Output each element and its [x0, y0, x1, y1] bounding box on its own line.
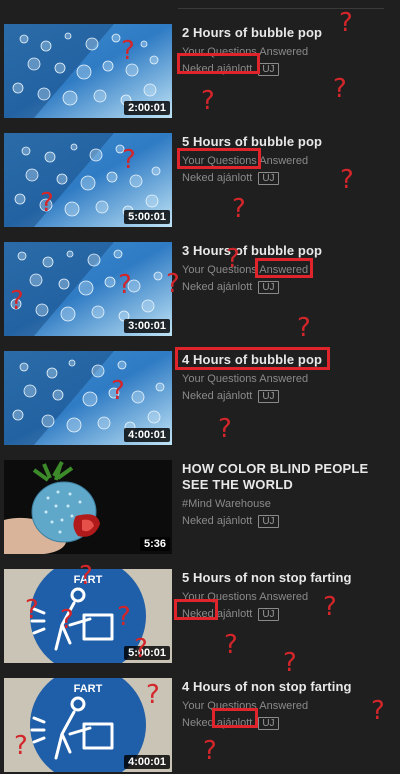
new-badge: ÚJ [258, 607, 279, 621]
channel-name[interactable]: #Mind Warehouse [182, 497, 394, 511]
new-badge: ÚJ [258, 716, 279, 730]
recommended-label: Neked ajánlott [182, 172, 253, 184]
fart-sign-text: FART [74, 574, 103, 586]
video-thumbnail-1[interactable]: 2:00:01 [4, 24, 172, 118]
channel-name[interactable]: Your Questions Answered [182, 45, 394, 59]
top-divider [178, 8, 384, 9]
video-duration: 4:00:01 [124, 428, 170, 442]
new-badge: ÚJ [258, 62, 279, 76]
channel-name[interactable]: Your Questions Answered [182, 263, 394, 277]
video-duration: 5:36 [139, 537, 170, 551]
video-item-4[interactable]: 4:00:01 4 Hours of bubble pop Your Quest… [4, 351, 400, 447]
fart-sign-text: FART [74, 683, 103, 695]
video-thumbnail-5[interactable]: 5:36 [4, 460, 172, 554]
video-title[interactable]: 3 Hours of bubble pop [182, 243, 394, 259]
recommended-label: Neked ajánlott [182, 515, 253, 527]
video-title[interactable]: 5 Hours of non stop farting [182, 570, 394, 586]
video-item-5[interactable]: 5:36 HOW COLOR BLIND PEOPLE SEE THE WORL… [4, 460, 400, 556]
video-thumbnail-6[interactable]: FART 5:00:01 [4, 569, 172, 663]
recommended-label: Neked ajánlott [182, 390, 253, 402]
video-duration: 5:00:01 [124, 210, 170, 224]
recommended-label: Neked ajánlott [182, 281, 253, 293]
channel-name[interactable]: Your Questions Answered [182, 590, 394, 604]
video-item-2[interactable]: 5:00:01 5 Hours of bubble pop Your Quest… [4, 133, 400, 229]
video-item-7[interactable]: FART 4:00:01 4 Hours of non stop farting… [4, 678, 400, 774]
video-title[interactable]: 4 Hours of non stop farting [182, 679, 394, 695]
video-thumbnail-3[interactable]: 3:00:01 [4, 242, 172, 336]
recommended-label: Neked ajánlott [182, 717, 253, 729]
new-badge: ÚJ [258, 389, 279, 403]
recommended-label: Neked ajánlott [182, 608, 253, 620]
video-duration: 5:00:01 [124, 646, 170, 660]
video-duration: 3:00:01 [124, 319, 170, 333]
channel-name[interactable]: Your Questions Answered [182, 699, 394, 713]
video-thumbnail-4[interactable]: 4:00:01 [4, 351, 172, 445]
video-thumbnail-7[interactable]: FART 4:00:01 [4, 678, 172, 772]
video-duration: 2:00:01 [124, 101, 170, 115]
video-title[interactable]: 4 Hours of bubble pop [182, 352, 394, 368]
video-title[interactable]: 2 Hours of bubble pop [182, 25, 394, 41]
recommended-label: Neked ajánlott [182, 63, 253, 75]
video-thumbnail-2[interactable]: 5:00:01 [4, 133, 172, 227]
video-item-3[interactable]: 3:00:01 3 Hours of bubble pop Your Quest… [4, 242, 400, 338]
channel-name[interactable]: Your Questions Answered [182, 154, 394, 168]
video-title[interactable]: 5 Hours of bubble pop [182, 134, 394, 150]
video-item-1[interactable]: 2:00:01 2 Hours of bubble pop Your Quest… [4, 24, 400, 120]
channel-name[interactable]: Your Questions Answered [182, 372, 394, 386]
new-badge: ÚJ [258, 171, 279, 185]
new-badge: ÚJ [258, 514, 279, 528]
new-badge: ÚJ [258, 280, 279, 294]
video-title[interactable]: HOW COLOR BLIND PEOPLE SEE THE WORLD [182, 461, 394, 493]
video-item-6[interactable]: FART 5:00:01 5 Hours of non stop farting… [4, 569, 400, 665]
video-duration: 4:00:01 [124, 755, 170, 769]
